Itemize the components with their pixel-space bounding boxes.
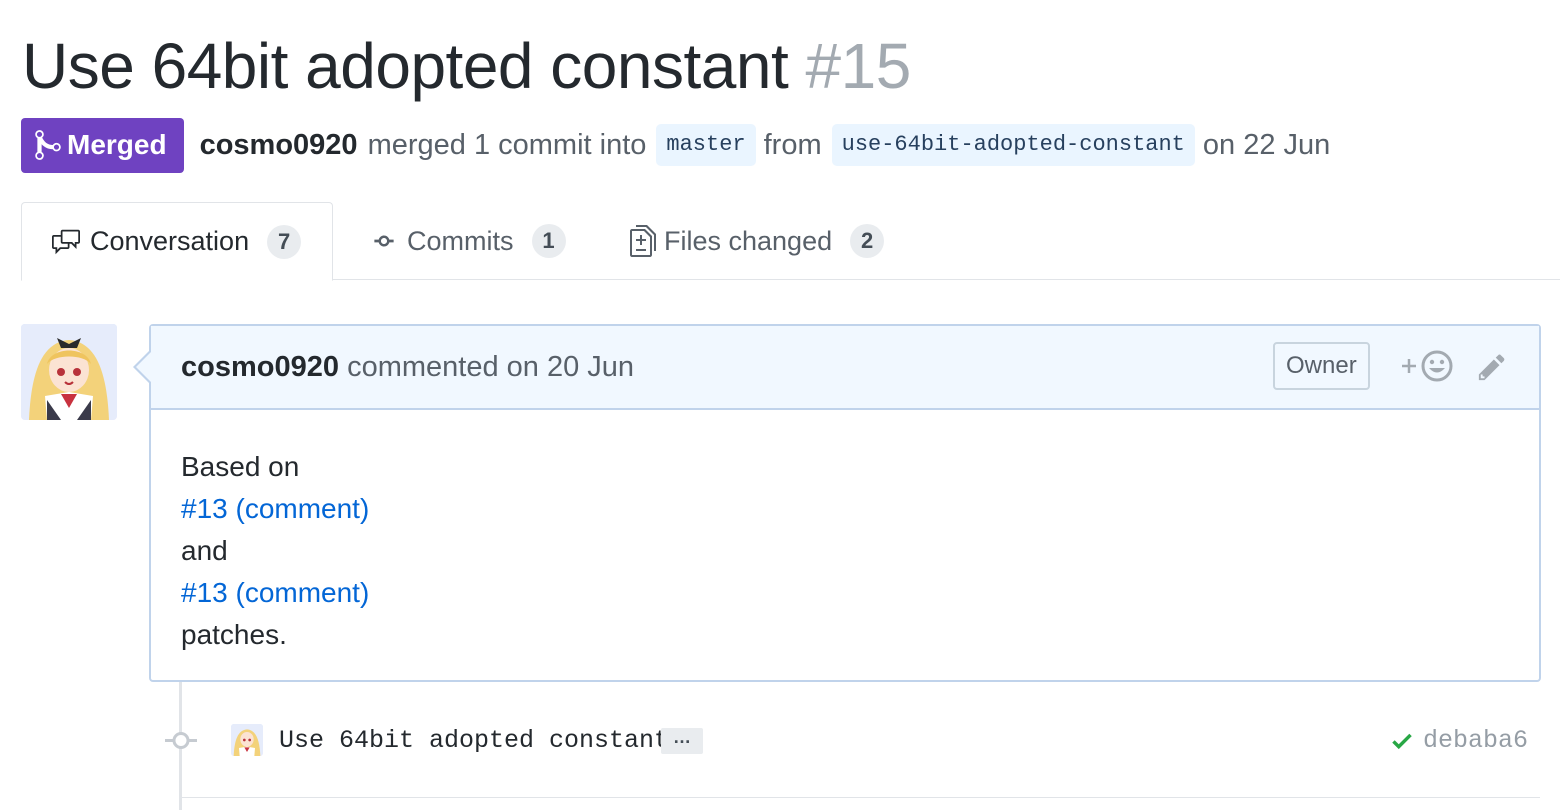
pr-meta: Merged cosmo0920 merged 1 commit into ma… bbox=[21, 117, 1340, 173]
commit-sha-link[interactable]: debaba6 bbox=[1423, 722, 1528, 760]
head-branch[interactable]: use-64bit-adopted-constant bbox=[831, 124, 1195, 166]
pr-tabs: Conversation 7 Commits 1 Files changed 2 bbox=[21, 202, 1560, 281]
comment-discussion-icon bbox=[52, 229, 80, 254]
check-icon[interactable] bbox=[1389, 728, 1415, 754]
git-merge-icon bbox=[35, 130, 61, 160]
merge-author-link[interactable]: cosmo0920 bbox=[200, 129, 358, 162]
page-title: Use 64bit adopted constant #15 bbox=[22, 26, 911, 106]
comment-header: cosmo0920 commented on 20 Jun Owner bbox=[151, 326, 1539, 410]
add-reaction-icon[interactable] bbox=[1399, 348, 1455, 384]
pencil-icon[interactable] bbox=[1477, 352, 1507, 382]
tab-files-changed[interactable]: Files changed 2 bbox=[630, 202, 885, 280]
tab-commits-count: 1 bbox=[531, 224, 566, 258]
commit-message-link[interactable]: Use 64bit adopted constant bbox=[279, 722, 669, 760]
state-label: Merged bbox=[67, 129, 167, 160]
from-text: from bbox=[763, 128, 822, 161]
avatar[interactable] bbox=[21, 324, 117, 420]
state-badge: Merged bbox=[21, 117, 184, 173]
comment-body: Based on #13 (comment) and #13 (comment)… bbox=[151, 410, 1539, 656]
avatar-illustration bbox=[231, 724, 263, 756]
comment-action-text[interactable]: commented on 20 Jun bbox=[347, 351, 634, 383]
pr-number: #15 bbox=[805, 30, 912, 102]
commit-expand-button[interactable]: … bbox=[661, 728, 703, 754]
merge-action-text: merged 1 commit into bbox=[367, 128, 647, 161]
avatar-illustration bbox=[21, 324, 117, 420]
pr-title: Use 64bit adopted constant bbox=[22, 30, 789, 102]
owner-label: Owner bbox=[1273, 342, 1370, 390]
git-commit-icon bbox=[374, 235, 394, 247]
comment-author-link[interactable]: cosmo0920 bbox=[181, 351, 339, 383]
commit-author-avatar[interactable] bbox=[231, 724, 263, 756]
merge-date: on 22 Jun bbox=[1202, 128, 1331, 161]
timeline-commit: Use 64bit adopted constant … debaba6 bbox=[165, 718, 1540, 764]
tab-files-changed-count: 2 bbox=[850, 224, 885, 258]
tab-conversation-label: Conversation bbox=[90, 226, 250, 256]
comment-box: cosmo0920 commented on 20 Jun Owner Base… bbox=[149, 324, 1541, 682]
issue-comment-link[interactable]: #13 (comment) bbox=[181, 488, 1509, 530]
timeline-divider bbox=[182, 797, 1540, 798]
comment-text-line: Based on bbox=[181, 451, 300, 482]
issue-comment-link[interactable]: #13 (comment) bbox=[181, 572, 1509, 614]
tab-conversation[interactable]: Conversation 7 bbox=[21, 202, 333, 281]
base-branch[interactable]: master bbox=[656, 124, 756, 166]
file-diff-icon bbox=[630, 225, 656, 257]
comment-text-line: patches. bbox=[181, 619, 287, 650]
comment-caret-fill bbox=[136, 352, 151, 382]
git-commit-icon bbox=[165, 732, 197, 749]
tab-commits-label: Commits bbox=[407, 225, 514, 256]
tab-files-changed-label: Files changed bbox=[664, 225, 833, 256]
tab-commits[interactable]: Commits 1 bbox=[369, 202, 566, 280]
comment-meta: cosmo0920 commented on 20 Jun bbox=[181, 351, 634, 384]
tab-conversation-count: 7 bbox=[267, 224, 302, 259]
comment-text-line: and bbox=[181, 535, 228, 566]
